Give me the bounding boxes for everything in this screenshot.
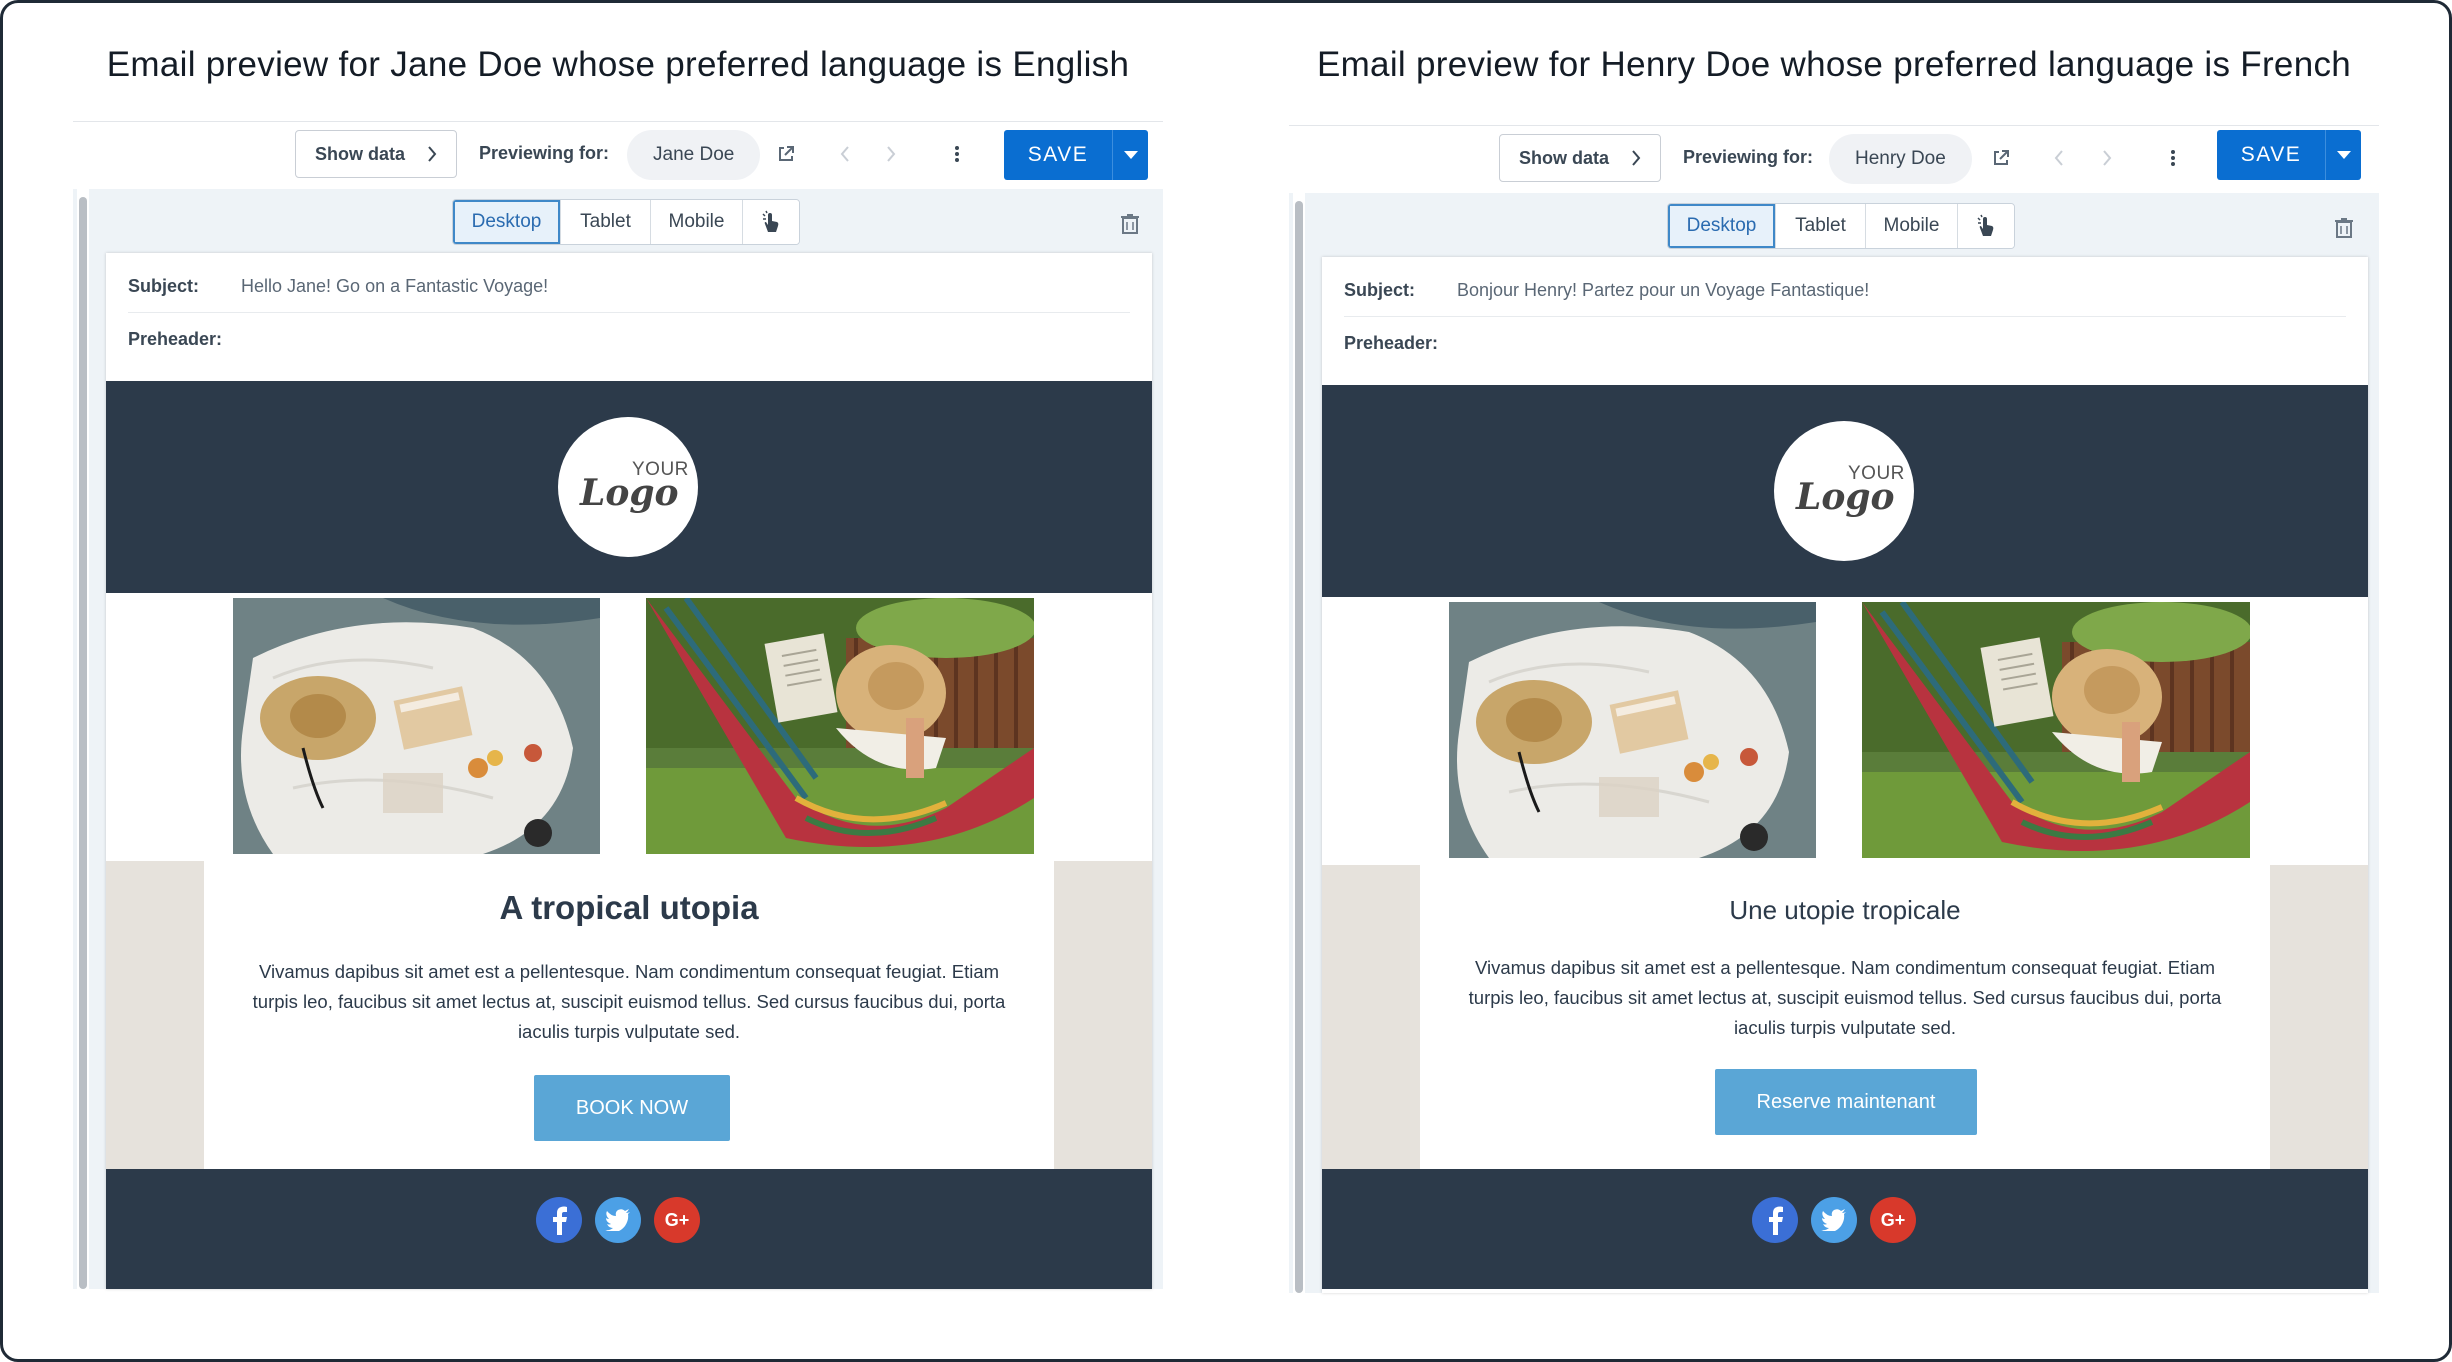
twitter-icon[interactable] — [595, 1197, 641, 1243]
twitter-icon[interactable] — [1811, 1197, 1857, 1243]
email-preview-panel-henry: Email preview for Henry Doe whose prefer… — [1289, 3, 2379, 1303]
screenshot-frame: Email preview for Jane Doe whose preferr… — [0, 0, 2452, 1362]
device-tabs: Desktop Tablet Mobile — [452, 199, 800, 245]
panel-caption: Email preview for Jane Doe whose preferr… — [106, 45, 1130, 84]
logo-text-logo: Logo — [1795, 476, 1895, 518]
subject-value: Bonjour Henry! Partez pour un Voyage Fan… — [1457, 280, 1870, 300]
trash-icon[interactable] — [1117, 211, 1143, 237]
facebook-icon[interactable] — [1752, 1197, 1798, 1243]
email-headline: A tropical utopia — [499, 889, 759, 926]
subject-value: Hello Jane! Go on a Fantastic Voyage! — [241, 276, 549, 296]
email-header-band: YOUR Logo — [106, 381, 1152, 593]
email-footer-band: G+ — [106, 1169, 1152, 1289]
tab-desktop[interactable]: Desktop — [453, 200, 561, 244]
interactive-pointer-tab[interactable] — [1958, 204, 2014, 248]
facebook-icon[interactable] — [536, 1197, 582, 1243]
external-link-icon[interactable] — [1983, 140, 2019, 176]
left-side-band — [106, 861, 204, 1169]
hand-pointer-icon — [762, 210, 779, 232]
right-side-band — [2270, 865, 2368, 1173]
your-logo: YOUR Logo — [558, 417, 698, 557]
left-side-band — [1322, 865, 1420, 1173]
save-button[interactable]: SAVE — [1004, 130, 1112, 180]
preview-toolbar: Show data Previewing for: Jane Doe SAVE — [73, 121, 1163, 189]
previous-contact-chevron-left-icon[interactable] — [2041, 140, 2077, 176]
external-link-icon[interactable] — [768, 136, 804, 172]
hand-pointer-icon — [1977, 214, 1994, 236]
subject-row: Subject: Bonjour Henry! Partez pour un V… — [1344, 265, 2346, 317]
contact-selector[interactable]: Jane Doe — [627, 130, 761, 180]
email-content-block: Une utopie tropicale Vivamus dapibus sit… — [1420, 865, 2270, 1173]
previewing-for-label: Previewing for: — [479, 143, 610, 163]
save-options-button[interactable] — [1112, 130, 1148, 180]
preheader-label: Preheader: — [1344, 332, 1439, 353]
show-data-button[interactable]: Show data — [295, 130, 457, 178]
email-header-band: YOUR Logo — [1322, 385, 2368, 597]
google-plus-icon[interactable]: G+ — [654, 1197, 700, 1243]
previewing-for-label: Previewing for: — [1683, 147, 1814, 167]
caret-down-icon — [2336, 151, 2351, 159]
tab-tablet[interactable]: Tablet — [1776, 204, 1866, 248]
preview-toolbar: Show data Previewing for: Henry Doe SAVE — [1289, 125, 2379, 193]
tab-mobile[interactable]: Mobile — [651, 200, 743, 244]
email-preview: Subject: Hello Jane! Go on a Fantastic V… — [106, 253, 1152, 1289]
logo-mark: YOUR Logo — [579, 459, 688, 514]
caret-down-icon — [1123, 151, 1138, 159]
panel-caption: Email preview for Henry Doe whose prefer… — [1316, 45, 2352, 84]
logo-mark: YOUR Logo — [1795, 463, 1904, 518]
subject-label: Subject: — [128, 276, 200, 296]
book-now-button[interactable]: BOOK NOW — [534, 1075, 730, 1141]
hammock-photo — [1862, 602, 2250, 858]
next-contact-chevron-right-icon[interactable] — [873, 136, 909, 172]
tab-desktop[interactable]: Desktop — [1668, 204, 1776, 248]
save-button-group: SAVE — [2217, 130, 2361, 180]
show-data-label: Show data — [1518, 147, 1609, 168]
hammock-photo — [646, 598, 1034, 854]
google-plus-icon[interactable]: G+ — [1870, 1197, 1916, 1243]
tab-tablet[interactable]: Tablet — [561, 200, 651, 244]
scrollbar-thumb[interactable] — [79, 197, 87, 1289]
subject-label: Subject: — [1344, 280, 1416, 300]
email-preview-panel-jane: Email preview for Jane Doe whose preferr… — [73, 3, 1163, 1303]
device-tabs: Desktop Tablet Mobile — [1667, 203, 2015, 249]
preview-canvas: Desktop Tablet Mobile Subject: Bonjour H… — [1289, 193, 2379, 1293]
more-vertical-icon[interactable] — [939, 136, 975, 172]
reserve-button[interactable]: Reserve maintenant — [1715, 1069, 1977, 1135]
contact-selector[interactable]: Henry Doe — [1829, 134, 1972, 184]
subject-row: Subject: Hello Jane! Go on a Fantastic V… — [128, 261, 1130, 313]
preview-canvas: Desktop Tablet Mobile Subject: Hello Jan… — [73, 189, 1163, 1289]
preheader-label: Preheader: — [128, 328, 223, 349]
chevron-right-icon — [1632, 150, 1641, 166]
email-footer-band: G+ — [1322, 1169, 2368, 1289]
email-preview: Subject: Bonjour Henry! Partez pour un V… — [1322, 257, 2368, 1293]
email-body-text: Vivamus dapibus sit amet est a pellentes… — [1468, 957, 2222, 1038]
email-body-text: Vivamus dapibus sit amet est a pellentes… — [252, 961, 1006, 1042]
save-button-group: SAVE — [1004, 130, 1148, 180]
more-vertical-icon[interactable] — [2155, 140, 2191, 176]
picnic-photo — [1449, 602, 1816, 858]
save-button[interactable]: SAVE — [2217, 130, 2325, 180]
email-headline: Une utopie tropicale — [1729, 895, 1961, 925]
scrollbar-thumb[interactable] — [1295, 201, 1303, 1293]
interactive-pointer-tab[interactable] — [743, 200, 799, 244]
preheader-row: Preheader: — [128, 313, 1130, 365]
preheader-row: Preheader: — [1344, 317, 2346, 369]
your-logo: YOUR Logo — [1774, 421, 1914, 561]
trash-icon[interactable] — [2331, 215, 2357, 241]
next-contact-chevron-right-icon[interactable] — [2089, 140, 2125, 176]
chevron-right-icon — [428, 146, 437, 162]
email-content-block: A tropical utopia Vivamus dapibus sit am… — [204, 861, 1054, 1169]
right-side-band — [1054, 861, 1152, 1169]
previous-contact-chevron-left-icon[interactable] — [827, 136, 863, 172]
show-data-button[interactable]: Show data — [1499, 134, 1661, 182]
picnic-photo — [233, 598, 600, 854]
save-options-button[interactable] — [2325, 130, 2361, 180]
logo-text-logo: Logo — [579, 472, 679, 514]
tab-mobile[interactable]: Mobile — [1866, 204, 1958, 248]
show-data-label: Show data — [314, 143, 405, 164]
